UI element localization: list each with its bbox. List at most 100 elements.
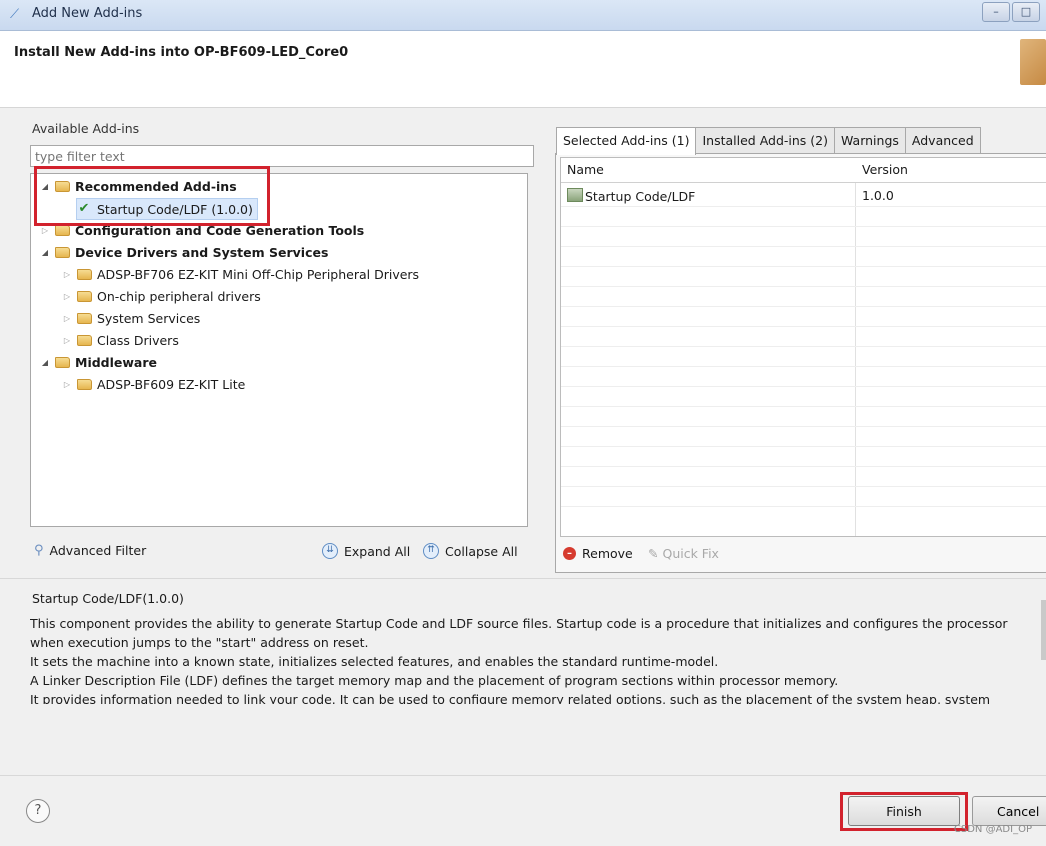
tree-node-label: On-chip peripheral drivers — [97, 288, 261, 304]
row-separator — [561, 406, 1046, 407]
folder-icon — [55, 356, 70, 368]
row-separator — [561, 446, 1046, 447]
tab-selected-addins[interactable]: Selected Add-ins (1) — [556, 127, 697, 155]
expand-all-label: Expand All — [344, 543, 411, 559]
wrench-icon: ✎ — [648, 546, 659, 561]
tree-node-label: ADSP-BF609 EZ-KIT Lite — [97, 376, 246, 392]
description-title: Startup Code/LDF(1.0.0) — [32, 591, 184, 606]
cancel-button[interactable]: Cancel — [972, 796, 1046, 826]
quick-fix-label: Quick Fix — [662, 546, 719, 561]
collapse-all-button[interactable]: ⇈ Collapse All — [423, 543, 518, 559]
row-separator — [561, 486, 1046, 487]
tree-node-label: System Services — [97, 310, 201, 326]
highlight-annotation-box — [840, 792, 968, 831]
collapsed-arrow-icon[interactable]: ▷ — [61, 336, 73, 345]
tree-node-label: Middleware — [75, 354, 158, 370]
row-separator — [561, 306, 1046, 307]
expanded-arrow-icon[interactable]: ◢ — [39, 248, 51, 257]
folder-icon — [77, 268, 92, 280]
description-text: This component provides the ability to g… — [30, 614, 1040, 704]
collapsed-arrow-icon[interactable]: ▷ — [61, 292, 73, 301]
row-separator — [561, 206, 1046, 207]
folder-icon — [77, 290, 92, 302]
minimize-button[interactable]: – — [982, 2, 1010, 22]
collapse-all-icon: ⇈ — [423, 543, 439, 559]
collapsed-arrow-icon[interactable]: ▷ — [39, 226, 51, 235]
app-icon: ⟋ — [10, 7, 20, 22]
maximize-button[interactable]: □ — [1012, 2, 1040, 22]
filter-input[interactable] — [30, 145, 534, 167]
tree-node-system-services[interactable]: ▷ System Services — [61, 308, 200, 328]
row-separator — [561, 346, 1046, 347]
remove-icon: – — [563, 547, 576, 560]
folder-icon — [77, 312, 92, 324]
folder-icon — [77, 334, 92, 346]
description-line: It sets the machine into a known state, … — [30, 654, 719, 669]
collapsed-arrow-icon[interactable]: ▷ — [61, 380, 73, 389]
table-row[interactable]: Startup Code/LDF — [567, 188, 695, 204]
advanced-filter-link[interactable]: ⚲ Advanced Filter — [34, 543, 146, 558]
column-divider — [855, 158, 856, 536]
collapsed-arrow-icon[interactable]: ▷ — [61, 270, 73, 279]
available-addins-label: Available Add-ins — [32, 121, 140, 136]
tree-node-label: Device Drivers and System Services — [75, 244, 329, 260]
tree-node-label: Class Drivers — [97, 332, 179, 348]
dialog-header: Install New Add-ins into OP-BF609-LED_Co… — [0, 31, 1046, 108]
row-separator — [561, 266, 1046, 267]
tree-node-onchip-drivers[interactable]: ▷ On-chip peripheral drivers — [61, 286, 261, 306]
description-line: when execution jumps to the "start" addr… — [30, 635, 369, 650]
quick-fix-button[interactable]: ✎ Quick Fix — [648, 546, 719, 561]
collapsed-arrow-icon[interactable]: ▷ — [61, 314, 73, 323]
description-line: This component provides the ability to g… — [30, 616, 1008, 631]
tab-advanced[interactable]: Advanced — [904, 127, 981, 153]
addins-tree[interactable]: ◢ Recommended Add-ins ✔ Startup Code/LDF… — [30, 173, 528, 527]
magnifier-icon: ⚲ — [34, 543, 44, 558]
row-separator — [561, 246, 1046, 247]
row-separator — [561, 366, 1046, 367]
tree-node-bf706-drivers[interactable]: ▷ ADSP-BF706 EZ-KIT Mini Off-Chip Periph… — [61, 264, 419, 284]
row-separator — [561, 426, 1046, 427]
highlight-annotation-box — [34, 166, 270, 226]
column-header-version[interactable]: Version — [862, 162, 908, 177]
package-icon — [1020, 39, 1046, 85]
tree-node-class-drivers[interactable]: ▷ Class Drivers — [61, 330, 179, 350]
tree-node-bf609-ezkit[interactable]: ▷ ADSP-BF609 EZ-KIT Lite — [61, 374, 245, 394]
row-separator — [561, 286, 1046, 287]
dialog-title: Install New Add-ins into OP-BF609-LED_Co… — [14, 45, 349, 60]
remove-label: Remove — [582, 546, 633, 561]
expand-all-button[interactable]: ⇊ Expand All — [322, 543, 410, 559]
row-separator — [561, 466, 1046, 467]
row-separator — [561, 326, 1046, 327]
remove-button[interactable]: – Remove — [563, 546, 633, 561]
row-version: 1.0.0 — [862, 188, 894, 203]
description-line: A Linker Description File (LDF) defines … — [30, 673, 839, 688]
advanced-filter-label: Advanced Filter — [49, 543, 147, 558]
description-scrollbar[interactable] — [1041, 600, 1046, 660]
window-title: Add New Add-ins — [32, 6, 143, 21]
row-separator — [561, 506, 1046, 507]
help-icon[interactable]: ? — [26, 799, 50, 823]
folder-icon — [55, 246, 70, 258]
folder-icon — [55, 224, 70, 236]
tab-warnings[interactable]: Warnings — [834, 127, 906, 153]
selected-addins-table[interactable]: Name Version Startup Code/LDF 1.0.0 — [560, 157, 1046, 537]
addins-tabs: Selected Add-ins (1) Installed Add-ins (… — [556, 127, 981, 155]
collapse-all-label: Collapse All — [445, 543, 518, 559]
watermark: CSDN @ADI_OP — [953, 824, 1032, 835]
expand-all-icon: ⇊ — [322, 543, 338, 559]
window-title-bar: ⟋ Add New Add-ins – □ — [0, 0, 1046, 31]
table-header: Name Version — [561, 158, 1046, 183]
column-header-name[interactable]: Name — [567, 162, 604, 177]
description-line: It provides information needed to link y… — [30, 692, 991, 704]
tree-node-device-drivers[interactable]: ◢ Device Drivers and System Services — [39, 242, 328, 262]
tree-node-middleware[interactable]: ◢ Middleware — [39, 352, 157, 372]
addin-package-icon — [567, 188, 583, 202]
expanded-arrow-icon[interactable]: ◢ — [39, 358, 51, 367]
row-name: Startup Code/LDF — [585, 189, 696, 204]
row-separator — [561, 386, 1046, 387]
tree-node-label: ADSP-BF706 EZ-KIT Mini Off-Chip Peripher… — [97, 266, 420, 282]
folder-icon — [77, 378, 92, 390]
tab-installed-addins[interactable]: Installed Add-ins (2) — [695, 127, 835, 153]
row-separator — [561, 226, 1046, 227]
window-controls: – □ — [982, 2, 1040, 22]
